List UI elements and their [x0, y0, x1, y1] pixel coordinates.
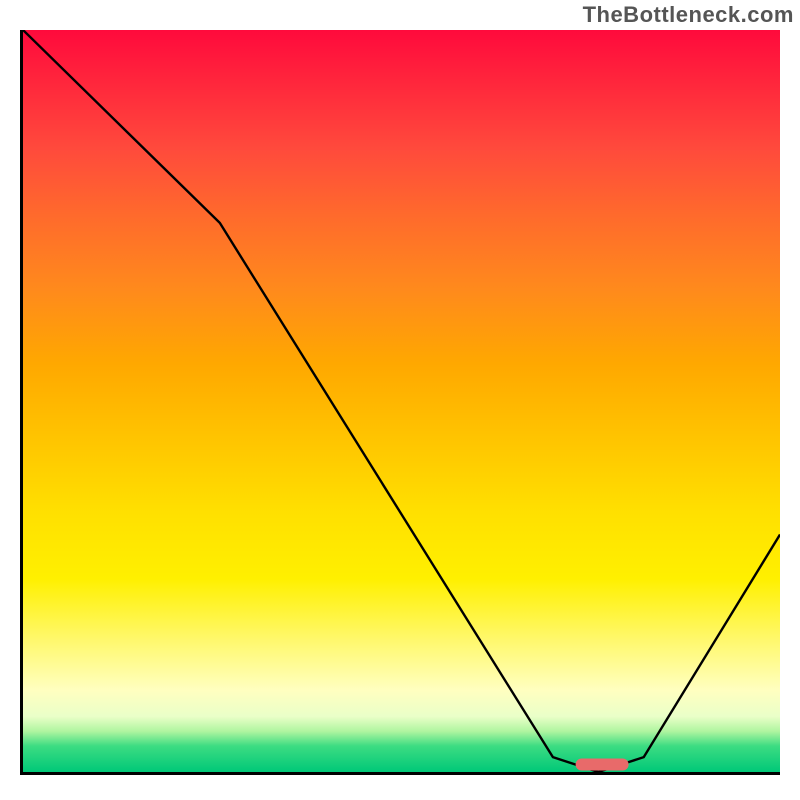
watermark-text: TheBottleneck.com — [583, 2, 794, 28]
bottleneck-curve-path — [23, 30, 780, 772]
chart-container: TheBottleneck.com — [0, 0, 800, 800]
curve-svg — [23, 30, 780, 772]
plot-area — [20, 30, 780, 775]
optimum-marker — [576, 759, 629, 771]
